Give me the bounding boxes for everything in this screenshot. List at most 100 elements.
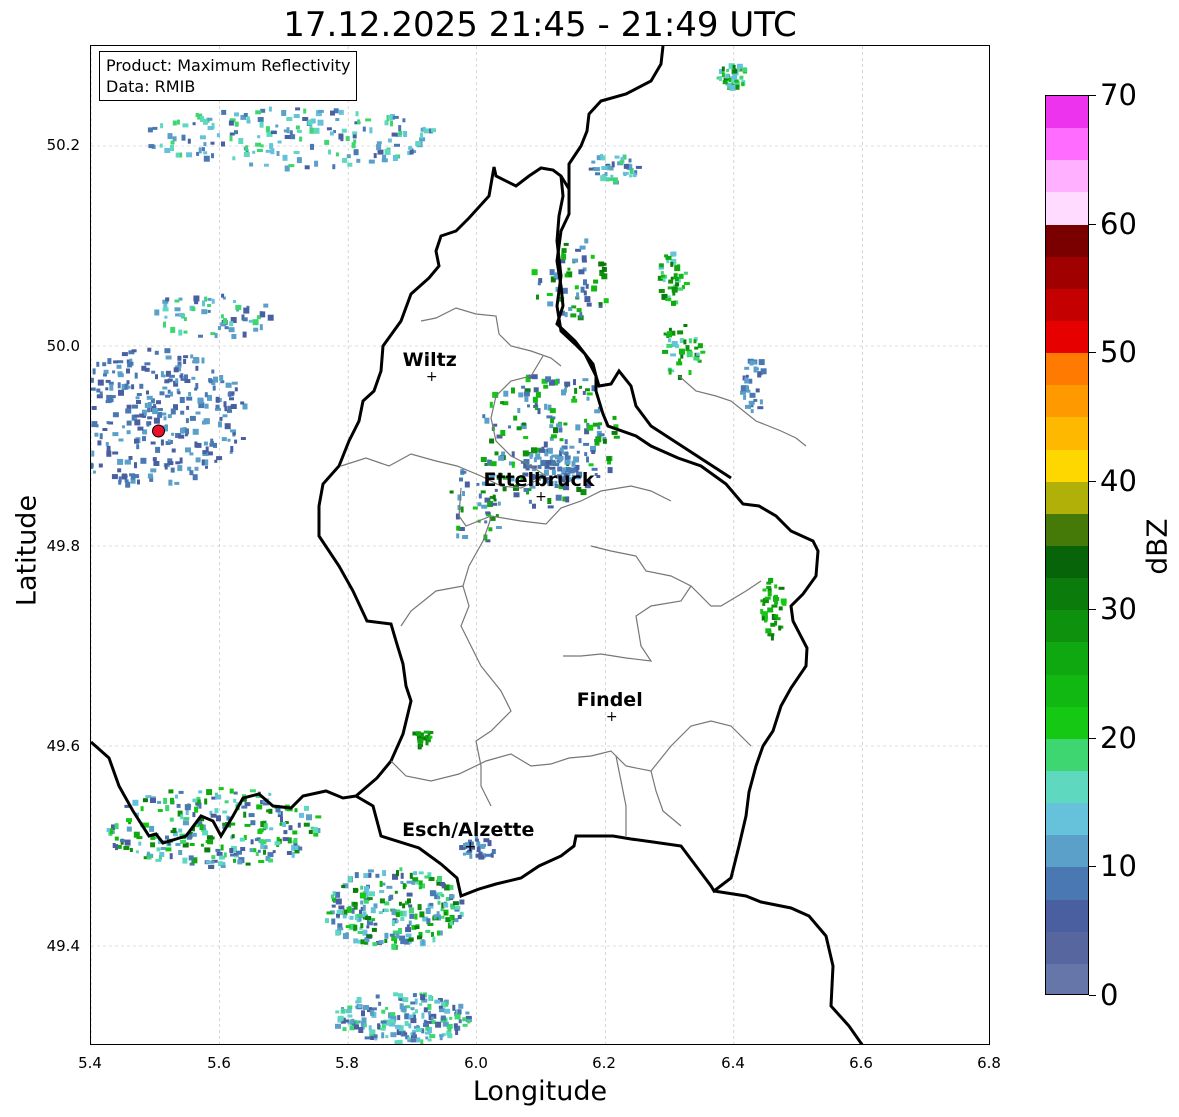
echo-pixel: [404, 1032, 408, 1036]
echo-pixel: [171, 432, 175, 436]
echo-pixel: [192, 812, 196, 818]
echo-pixel: [572, 258, 579, 263]
colorbar-segment: [1046, 642, 1088, 676]
echo-pixel: [313, 127, 320, 134]
echo-pixel: [286, 117, 293, 121]
echo-pixel: [202, 118, 208, 125]
echo-pixel: [659, 263, 664, 268]
echo-pixel: [245, 145, 249, 152]
echo-pixel: [423, 730, 430, 734]
echo-pixel: [170, 140, 175, 145]
echo-pixel: [767, 607, 774, 613]
echo-pixel: [437, 876, 442, 882]
colorbar-tick-label: 20: [1100, 720, 1137, 755]
echo-pixel: [425, 929, 431, 933]
echo-pixel: [121, 352, 128, 357]
echo-pixel: [351, 142, 356, 149]
dbz-colorbar: [1045, 95, 1089, 995]
echo-pixel: [391, 943, 397, 950]
echo-pixel: [764, 615, 768, 622]
echo-pixel: [523, 436, 529, 439]
echo-pixel: [330, 894, 334, 899]
echo-pixel: [341, 885, 346, 888]
echo-pixel: [581, 255, 587, 261]
echo-pixel: [444, 1008, 451, 1014]
echo-pixel: [211, 153, 214, 159]
echo-pixel: [230, 853, 234, 857]
echo-pixel: [97, 440, 102, 446]
colorbar-tick-mark: [1089, 737, 1096, 739]
echo-pixel: [117, 382, 121, 389]
echo-pixel: [199, 824, 204, 831]
echo-pixel: [125, 408, 132, 414]
echo-pixel: [151, 370, 156, 374]
echo-pixel: [335, 1010, 340, 1014]
echo-pixel: [165, 394, 171, 398]
echo-pixel: [136, 393, 142, 396]
echo-pixel: [564, 439, 568, 445]
echo-pixel: [146, 390, 149, 395]
echo-pixel: [99, 433, 103, 440]
echo-pixel: [399, 867, 403, 872]
echo-pixel: [427, 1038, 432, 1042]
echo-pixel: [452, 901, 459, 906]
echo-pixel: [165, 805, 170, 812]
echo-pixel: [561, 248, 567, 254]
echo-pixel: [126, 380, 130, 385]
echo-pixel: [417, 935, 422, 940]
echo-pixel: [216, 133, 220, 138]
echo-pixel: [663, 332, 667, 336]
echo-pixel: [388, 1019, 395, 1024]
echo-pixel: [362, 126, 366, 132]
echo-pixel: [415, 731, 421, 737]
echo-pixel: [204, 847, 211, 853]
echo-pixel: [249, 789, 256, 793]
echo-pixel: [666, 343, 673, 348]
echo-pixel: [219, 416, 223, 421]
echo-pixel: [134, 438, 139, 444]
echo-pixel: [403, 131, 408, 137]
echo-pixel: [240, 401, 245, 405]
colorbar-segment: [1046, 867, 1088, 901]
echo-pixel: [290, 134, 296, 140]
radar-map-plot[interactable]: + Wiltz + Ettelbruck + Findel + Esch/Alzette: [90, 45, 990, 1045]
echo-pixel: [164, 348, 171, 354]
echo-pixel: [277, 140, 282, 144]
echo-pixel: [497, 501, 501, 506]
echo-pixel: [153, 461, 160, 466]
echo-pixel: [603, 298, 609, 304]
echo-pixel: [549, 424, 554, 429]
echo-pixel: [591, 450, 596, 454]
echo-pixel: [248, 813, 255, 818]
echo-pixel: [668, 338, 671, 343]
radar-site-marker[interactable]: [152, 424, 165, 438]
echo-pixel: [225, 382, 230, 386]
echo-pixel: [155, 374, 158, 380]
echo-pixel: [390, 1032, 397, 1038]
echo-pixel: [586, 302, 592, 307]
echo-pixel: [91, 387, 96, 391]
echo-pixel: [254, 838, 259, 842]
echo-pixel: [252, 150, 256, 154]
echo-pixel: [402, 997, 409, 1003]
echo-pixel: [428, 994, 433, 1001]
echo-pixel: [683, 339, 687, 345]
echo-pixel: [94, 432, 99, 437]
echo-pixel: [183, 317, 187, 322]
echo-pixel: [298, 846, 303, 851]
city-marker-icon: +: [535, 489, 547, 505]
echo-pixel: [111, 395, 116, 399]
echo-pixel: [484, 417, 490, 424]
echo-pixel: [263, 163, 269, 167]
echo-pixel: [400, 872, 404, 879]
echo-pixel: [558, 427, 563, 433]
echo-pixel: [369, 891, 375, 897]
echo-pixel: [678, 358, 681, 363]
echo-pixel: [408, 146, 413, 151]
echo-pixel: [215, 794, 222, 800]
echo-pixel: [155, 446, 161, 453]
echo-pixel: [571, 460, 576, 467]
echo-pixel: [531, 269, 538, 276]
echo-pixel: [423, 1007, 428, 1013]
echo-pixel: [102, 362, 107, 367]
